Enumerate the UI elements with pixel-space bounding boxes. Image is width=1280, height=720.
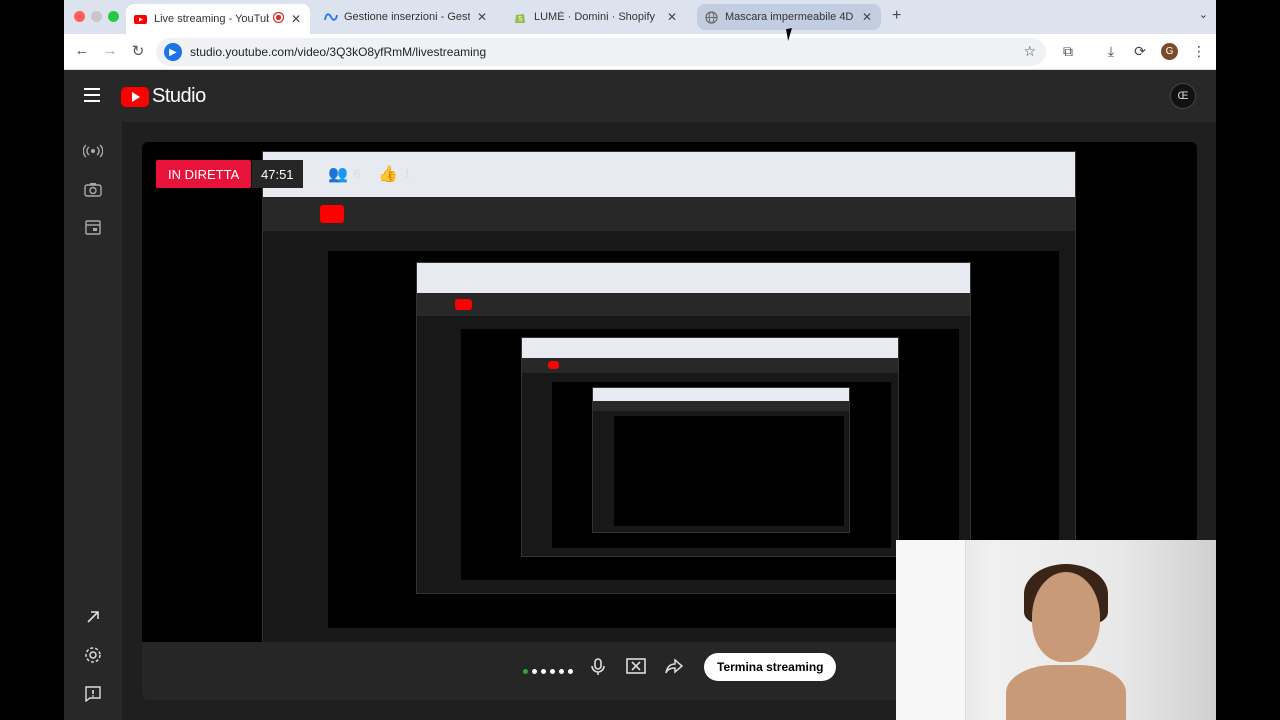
mirrored-screen-3 bbox=[520, 336, 900, 558]
youtube-icon bbox=[134, 13, 147, 26]
mirror-header bbox=[521, 357, 899, 373]
mirror-chrome bbox=[416, 263, 971, 294]
channel-avatar[interactable]: Œ bbox=[1170, 83, 1196, 109]
external-link-arrow-icon[interactable] bbox=[82, 606, 104, 628]
level-dot bbox=[550, 669, 555, 674]
sync-icon[interactable]: ⟳ bbox=[1131, 43, 1149, 60]
settings-gear-icon[interactable] bbox=[82, 644, 104, 666]
tab-mascara[interactable]: Mascara impermeabile 4D Bl ✕ bbox=[697, 4, 881, 30]
mirror-header bbox=[416, 293, 971, 317]
webcam-overlay bbox=[896, 540, 1216, 720]
address-bar[interactable]: ▶ studio.youtube.com/video/3Q3kO8yfRmM/l… bbox=[156, 38, 1046, 66]
viewers-icon: 👥 bbox=[328, 166, 348, 183]
studio-logo[interactable]: Studio bbox=[121, 85, 206, 108]
back-arrow-icon[interactable]: ← bbox=[72, 42, 92, 59]
studio-sidebar bbox=[64, 122, 122, 720]
studio-header: Studio Œ bbox=[64, 70, 1216, 122]
tab-title: Gestione inserzioni - Gestio bbox=[344, 11, 470, 23]
svg-text:S: S bbox=[518, 15, 523, 23]
end-stream-button[interactable]: Termina streaming bbox=[704, 653, 837, 681]
tab-title: Mascara impermeabile 4D Bl bbox=[725, 11, 855, 23]
thumbs-up-icon: 👍 bbox=[378, 166, 398, 183]
tab-gestione-inserzioni[interactable]: Gestione inserzioni - Gestio ✕ bbox=[316, 4, 496, 30]
minimize-window-button[interactable] bbox=[91, 11, 102, 22]
microphone-icon[interactable] bbox=[587, 658, 609, 681]
audio-level-meter bbox=[523, 669, 573, 674]
window-blind bbox=[896, 540, 966, 720]
feedback-icon[interactable] bbox=[82, 683, 104, 705]
mouse-cursor bbox=[786, 27, 800, 41]
mirrored-screen-4 bbox=[592, 386, 850, 533]
maximize-window-button[interactable] bbox=[108, 11, 119, 22]
letterbox-right bbox=[1216, 0, 1280, 720]
youtube-play-icon bbox=[121, 86, 149, 107]
meta-icon bbox=[324, 11, 338, 24]
studio-logo-text: Studio bbox=[152, 85, 206, 107]
mirror-header bbox=[593, 400, 849, 411]
like-count-value: 1 bbox=[403, 167, 411, 181]
mirror-preview bbox=[551, 381, 891, 548]
level-dot bbox=[559, 669, 564, 674]
calendar-icon[interactable] bbox=[82, 216, 104, 238]
mirror-chrome bbox=[593, 387, 849, 401]
site-info-icon[interactable]: ▶ bbox=[164, 43, 182, 61]
mirror-preview bbox=[613, 416, 844, 526]
tab-close-icon[interactable]: ✕ bbox=[476, 10, 488, 24]
level-dot bbox=[523, 669, 528, 674]
mirror-chrome bbox=[521, 337, 899, 358]
tab-search-chevron-icon[interactable]: ⌄ bbox=[1199, 8, 1208, 21]
shopify-icon: S bbox=[514, 11, 527, 24]
like-count: 👍 1 bbox=[378, 164, 411, 184]
share-arrow-icon[interactable] bbox=[663, 658, 685, 679]
viewer-count: 👥 6 bbox=[328, 164, 361, 184]
stop-screen-share-icon[interactable] bbox=[625, 658, 647, 679]
presenter-face bbox=[1032, 572, 1100, 662]
extensions-icon[interactable]: ⧉ bbox=[1059, 43, 1077, 60]
tab-live-streaming[interactable]: Live streaming - YouTube ✕ bbox=[126, 4, 310, 34]
tab-strip: Live streaming - YouTube ✕ Gestione inse… bbox=[64, 0, 1216, 34]
menu-hamburger-icon[interactable] bbox=[84, 88, 100, 102]
close-window-button[interactable] bbox=[74, 11, 85, 22]
toolbar: ← → ↻ ▶ studio.youtube.com/video/3Q3kO8y… bbox=[64, 34, 1216, 70]
elapsed-timer: 47:51 bbox=[252, 160, 303, 188]
tab-close-icon[interactable]: ✕ bbox=[666, 10, 678, 24]
bookmark-star-icon[interactable]: ☆ bbox=[1023, 43, 1036, 60]
viewer-count-value: 6 bbox=[353, 167, 361, 181]
level-dot bbox=[568, 669, 573, 674]
letterbox-left bbox=[0, 0, 64, 720]
presenter-body bbox=[1006, 665, 1126, 720]
download-icon[interactable]: ⤓ bbox=[1102, 43, 1120, 60]
mirror-logo bbox=[319, 205, 345, 223]
camera-icon[interactable] bbox=[82, 178, 104, 200]
broadcast-icon[interactable] bbox=[82, 140, 104, 162]
tab-title: Live streaming - YouTube bbox=[154, 13, 269, 25]
forward-arrow-icon[interactable]: → bbox=[100, 42, 120, 59]
globe-icon bbox=[705, 10, 718, 24]
mirrored-screen-2 bbox=[415, 262, 972, 595]
live-status-badge: IN DIRETTA bbox=[156, 160, 252, 188]
reload-icon[interactable]: ↻ bbox=[128, 42, 148, 60]
recording-icon bbox=[272, 11, 285, 26]
tab-shopify[interactable]: S LUMÈ · Domini · Shopify ✕ bbox=[506, 4, 686, 30]
new-tab-button[interactable]: + bbox=[892, 7, 901, 25]
level-dot bbox=[532, 669, 537, 674]
mirror-header bbox=[263, 196, 1075, 232]
mirror-logo bbox=[548, 361, 559, 370]
mirror-logo bbox=[455, 298, 472, 311]
tab-title: LUMÈ · Domini · Shopify bbox=[534, 11, 656, 23]
url-text: studio.youtube.com/video/3Q3kO8yfRmM/liv… bbox=[190, 45, 487, 59]
level-dot bbox=[541, 669, 546, 674]
more-menu-icon[interactable]: ⋮ bbox=[1190, 43, 1208, 60]
profile-avatar[interactable]: G bbox=[1161, 43, 1178, 60]
tab-close-icon[interactable]: ✕ bbox=[290, 12, 302, 26]
mirror-preview bbox=[460, 329, 959, 580]
tab-close-icon[interactable]: ✕ bbox=[861, 10, 873, 24]
